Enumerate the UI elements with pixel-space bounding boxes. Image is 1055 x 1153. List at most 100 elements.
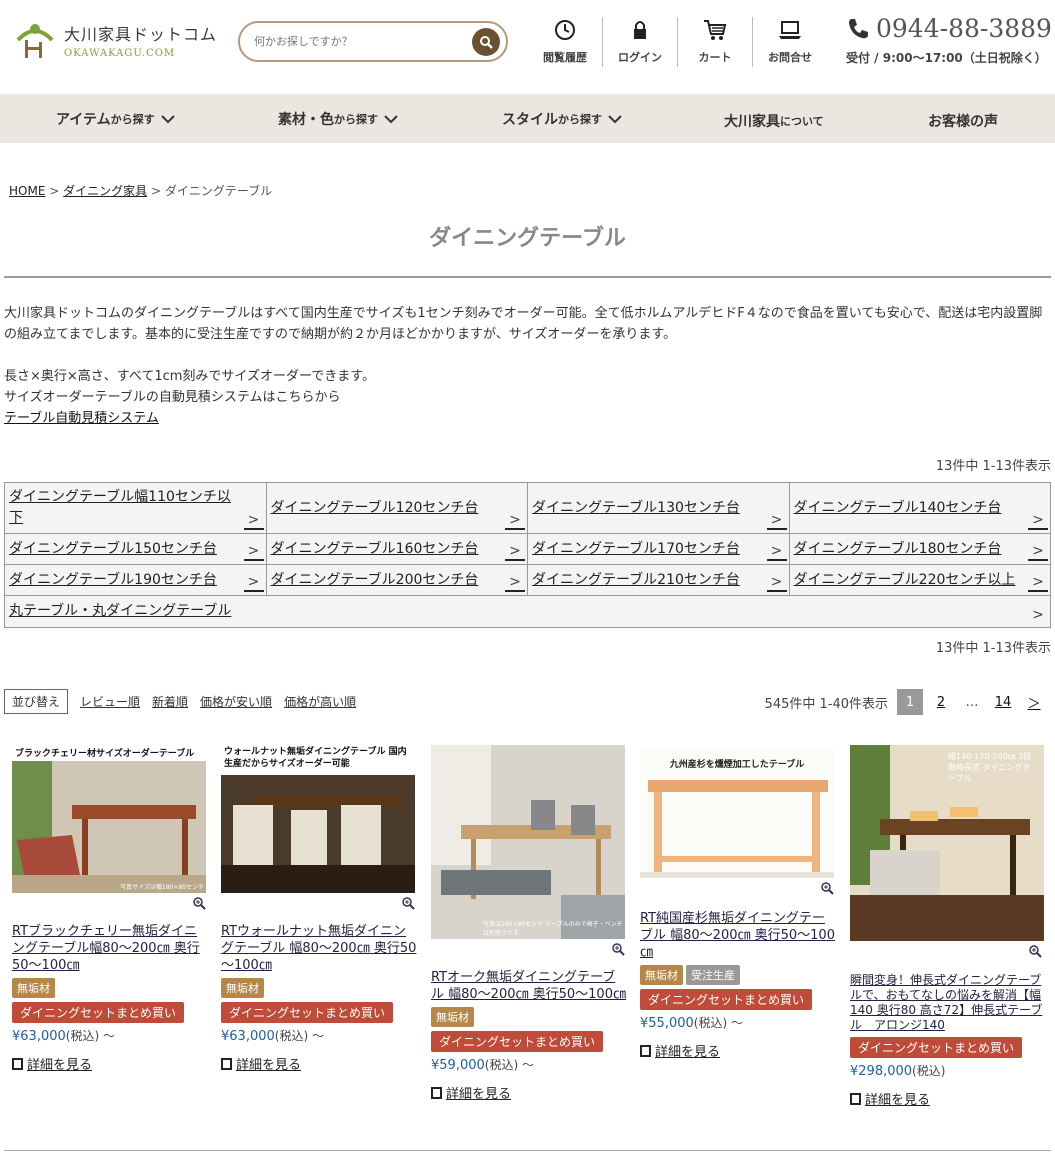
category-link[interactable]: ダイニングテーブル170センチ台 > — [528, 534, 790, 564]
badge-group: 無垢材 — [12, 978, 208, 998]
breadcrumb-home[interactable]: HOME — [9, 184, 45, 198]
detail-label: 詳細を見る — [446, 1087, 512, 1102]
product-price: ¥63,000(税込) ～ — [221, 1027, 417, 1044]
category-link[interactable]: ダイニングテーブル120センチ台 > — [266, 483, 528, 533]
phone-number-text: 0944-88-3889 — [876, 14, 1052, 43]
category-link[interactable]: ダイニングテーブル220センチ以上 > — [789, 565, 1050, 595]
sort-price-desc[interactable]: 価格が高い順 — [284, 693, 356, 710]
sort-price-asc[interactable]: 価格が安い順 — [200, 693, 272, 710]
detail-link[interactable]: 詳細を見る — [431, 1083, 511, 1102]
zoom-icon[interactable] — [193, 897, 206, 910]
category-link[interactable]: ダイニングテーブル180センチ台 > — [789, 534, 1050, 564]
badge-made-to-order: 受注生産 — [686, 965, 740, 985]
site-logo[interactable]: 大川家具ドットコム OKAWAKAGU.COM — [14, 20, 217, 60]
detail-link[interactable]: 詳細を見る — [12, 1054, 92, 1073]
pagination: 545件中 1-40件表示 1 2 … 14 ＞ — [765, 689, 1047, 715]
category-link[interactable]: ダイニングテーブル160センチ台 > — [266, 534, 528, 564]
nav-item-strong: お客様の声 — [928, 113, 998, 130]
document-icon — [12, 1057, 23, 1070]
price-value: ¥63,000 — [221, 1029, 275, 1044]
page-link[interactable]: 2 — [928, 689, 954, 715]
set-purchase-badge[interactable]: ダイニングセットまとめ買い — [12, 1002, 185, 1023]
detail-link[interactable]: 詳細を見る — [221, 1054, 301, 1073]
price-value: ¥298,000 — [850, 1064, 913, 1079]
breadcrumb-dining[interactable]: ダイニング家具 — [63, 184, 147, 198]
product-image[interactable]: 幅140-170-200㎝ 3段階伸長式 ダイニングテーブル — [850, 745, 1044, 941]
zoom-icon[interactable] — [1029, 945, 1042, 958]
search-input[interactable] — [254, 35, 472, 48]
set-purchase-badge[interactable]: ダイニングセットまとめ買い — [640, 989, 813, 1010]
next-page-button[interactable]: ＞ — [1021, 689, 1047, 715]
category-link[interactable]: ダイニングテーブル130センチ台 > — [528, 483, 790, 533]
sort-newest[interactable]: 新着順 — [152, 693, 188, 710]
zoom-icon[interactable] — [821, 882, 834, 895]
zoom-icon[interactable] — [612, 943, 625, 956]
chevron-right-icon: > — [505, 574, 525, 592]
sort-review[interactable]: レビュー順 — [80, 693, 140, 710]
category-link[interactable]: ダイニングテーブル150センチ台 > — [5, 534, 267, 564]
cart-link[interactable]: カート — [678, 17, 752, 65]
product-price: ¥55,000(税込) ～ — [640, 1014, 836, 1031]
chevron-right-icon: > — [505, 543, 525, 561]
detail-label: 詳細を見る — [236, 1058, 302, 1073]
category-link[interactable]: ダイニングテーブル140センチ台 > — [789, 483, 1050, 533]
page-current: 1 — [897, 689, 923, 715]
category-label: ダイニングテーブル120センチ台 — [270, 499, 479, 516]
search-icon — [480, 35, 493, 49]
nav-item-style[interactable]: スタイル から探す — [502, 94, 622, 143]
category-link[interactable]: ダイニングテーブル200センチ台 > — [266, 565, 528, 595]
chevron-right-icon: > — [766, 543, 787, 561]
product-name-link[interactable]: RTウォールナット無垢ダイニングテーブル 幅80～200㎝ 奥行50～100㎝ — [221, 923, 417, 974]
detail-link[interactable]: 詳細を見る — [850, 1089, 930, 1108]
badge-muku: 無垢材 — [12, 978, 55, 998]
product-image[interactable]: ウォールナット無垢ダイニングテーブル 国内生産だからサイズオーダー可能 — [221, 745, 415, 893]
product-image[interactable]: ブラックチェリー材サイズオーダーテーブル 写真サイズは幅180×80センチ — [12, 745, 206, 893]
category-label: ダイニングテーブル140センチ台 — [793, 499, 1002, 516]
nav-item-voices[interactable]: お客様の声 — [928, 96, 998, 145]
product-name-link[interactable]: 瞬間変身！伸長式ダイニングテーブルで、おもてなしの悩みを解消【幅140 奥行80… — [850, 973, 1044, 1033]
document-icon — [640, 1044, 651, 1057]
nav-item-material[interactable]: 素材・色 から探す — [278, 94, 398, 143]
image-caption: 幅140-170-200㎝ 3段階伸長式 ダイニングテーブル — [948, 752, 1032, 783]
category-link[interactable]: ダイニングテーブル190センチ台 > — [5, 565, 267, 595]
search-button[interactable] — [472, 27, 500, 56]
product-photo — [431, 745, 625, 939]
price-tax-note: (税込) ～ — [484, 1058, 534, 1072]
login-link[interactable]: ログイン — [603, 17, 677, 65]
product-card: ブラックチェリー材サイズオーダーテーブル 写真サイズは幅180×80センチ RT… — [12, 745, 208, 1074]
phone-number[interactable]: 0944-88-3889 — [846, 14, 1052, 43]
product-photo — [12, 745, 206, 893]
image-caption: ブラックチェリー材サイズオーダーテーブル — [15, 749, 195, 759]
page-link-last[interactable]: 14 — [990, 689, 1016, 715]
page-ellipsis: … — [965, 694, 979, 710]
category-label: ダイニングテーブル190センチ台 — [9, 571, 217, 588]
chevron-down-icon — [384, 114, 398, 123]
product-name-link[interactable]: RTオーク無垢ダイニングテーブル 幅80～200㎝ 奥行50～100㎝ — [431, 969, 627, 1003]
price-value: ¥55,000 — [640, 1016, 694, 1031]
chevron-down-icon — [160, 114, 175, 123]
breadcrumb-current: ダイニングテーブル — [164, 184, 273, 198]
product-name-link[interactable]: RTブラックチェリー無垢ダイニングテーブル幅80～200㎝ 奥行50～100㎝ — [12, 923, 208, 974]
logo-text-en: OKAWAKAGU.COM — [64, 48, 176, 59]
nav-item-about[interactable]: 大川家具 について — [724, 96, 824, 145]
nav-item-items[interactable]: アイテム から探す — [56, 94, 175, 143]
detail-link[interactable]: 詳細を見る — [640, 1041, 720, 1060]
history-link[interactable]: 閲覧履歴 — [528, 17, 602, 65]
site-header: 大川家具ドットコム OKAWAKAGU.COM 閲覧履歴 — [0, 0, 1055, 143]
estimate-system-link[interactable]: テーブル自動見積システム — [4, 411, 159, 426]
product-image[interactable]: 九州産杉を燻煙加工したテーブル — [640, 748, 834, 878]
category-count-top: 13件中 1-13件表示 — [935, 459, 1051, 474]
category-label: ダイニングテーブル200センチ台 — [270, 571, 479, 588]
category-label: ダイニングテーブル180センチ台 — [793, 540, 1002, 557]
contact-link[interactable]: お問合せ — [753, 17, 827, 65]
logo-mark-icon — [16, 24, 54, 58]
product-name-link[interactable]: RT純国産杉無垢ダイニングテーブル 幅80～200㎝ 奥行50～100㎝ — [640, 910, 836, 961]
category-link[interactable]: ダイニングテーブル幅110センチ以下 > — [5, 483, 267, 533]
product-image[interactable]: 写真は180×80センチ テーブルのみで椅子・ベンチは別売りです — [431, 745, 625, 939]
category-link[interactable]: ダイニングテーブル210センチ台 > — [528, 565, 790, 595]
set-purchase-badge[interactable]: ダイニングセットまとめ買い — [850, 1037, 1023, 1058]
set-purchase-badge[interactable]: ダイニングセットまとめ買い — [221, 1002, 394, 1023]
set-purchase-badge[interactable]: ダイニングセットまとめ買い — [431, 1031, 604, 1052]
category-link[interactable]: 丸テーブル・丸ダイニングテーブル > — [5, 596, 1050, 627]
zoom-icon[interactable] — [402, 897, 415, 910]
